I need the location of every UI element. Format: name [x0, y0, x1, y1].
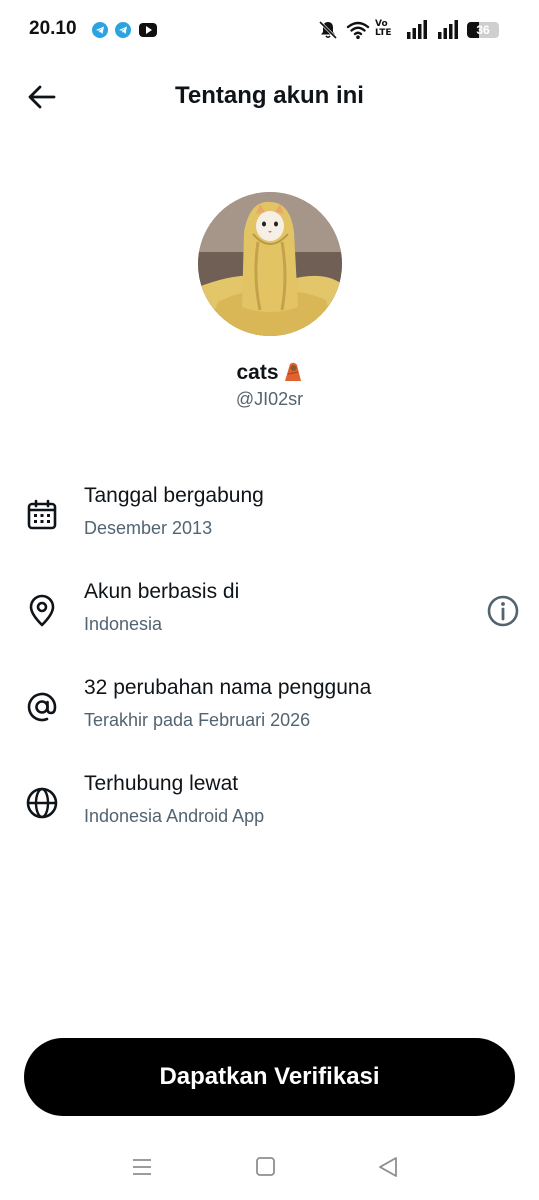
globe-icon — [26, 787, 58, 819]
back-triangle-icon[interactable] — [376, 1154, 402, 1180]
menu-icon[interactable] — [130, 1154, 156, 1180]
info-button[interactable] — [486, 594, 520, 628]
info-username-changes-value: Terakhir pada Februari 2026 — [84, 710, 311, 730]
get-verified-button[interactable]: Dapatkan Verifikasi — [24, 1038, 515, 1116]
info-joined-title: Tanggal bergabung — [84, 484, 264, 507]
info-connected-via-value: Indonesia Android App — [84, 806, 265, 826]
info-based-in-value: Indonesia — [84, 614, 163, 634]
battery-icon: 36 — [467, 22, 499, 38]
status-bar: 20.10 Vo LTE 36 — [0, 0, 539, 60]
cat-in-blanket-emoji — [284, 362, 301, 381]
handle: @JI02sr — [235, 389, 304, 409]
calendar-icon — [27, 499, 57, 530]
page-title: Tentang akun ini — [175, 82, 364, 109]
display-name: cats — [0, 360, 539, 385]
signal-icon — [438, 20, 458, 39]
status-time: 20.10 — [29, 18, 77, 39]
home-square-icon[interactable] — [254, 1154, 280, 1180]
info-joined-value: Desember 2013 — [84, 518, 213, 538]
signal-icon — [407, 20, 427, 39]
info-based-in-title: Akun berbasis di — [84, 580, 240, 603]
info-connected-via-title: Terhubung lewat — [84, 772, 239, 795]
info-username-changes-row: 32 perubahan nama pengguna Terakhir pada… — [0, 676, 539, 746]
youtube-icon — [139, 23, 157, 37]
info-joined-row: Tanggal bergabung Desember 2013 — [0, 484, 539, 554]
bell-muted-icon — [318, 20, 338, 40]
info-circle-icon — [487, 595, 519, 627]
telegram-icon — [115, 22, 131, 38]
telegram-icon — [92, 22, 108, 38]
info-username-changes-title: 32 perubahan nama pengguna — [84, 676, 372, 699]
volte-icon: Vo LTE — [375, 19, 392, 38]
avatar[interactable] — [198, 192, 342, 336]
info-connected-via-row: Terhubung lewat Indonesia Android App — [0, 772, 539, 842]
cat-wrapped-in-yellow-blanket-photo — [198, 192, 342, 336]
location-pin-icon — [29, 594, 55, 627]
wifi-icon — [346, 21, 370, 39]
at-sign-icon — [27, 692, 57, 722]
battery-label: 36 — [476, 23, 490, 37]
info-based-in-row: Akun berbasis di Indonesia — [0, 580, 539, 650]
